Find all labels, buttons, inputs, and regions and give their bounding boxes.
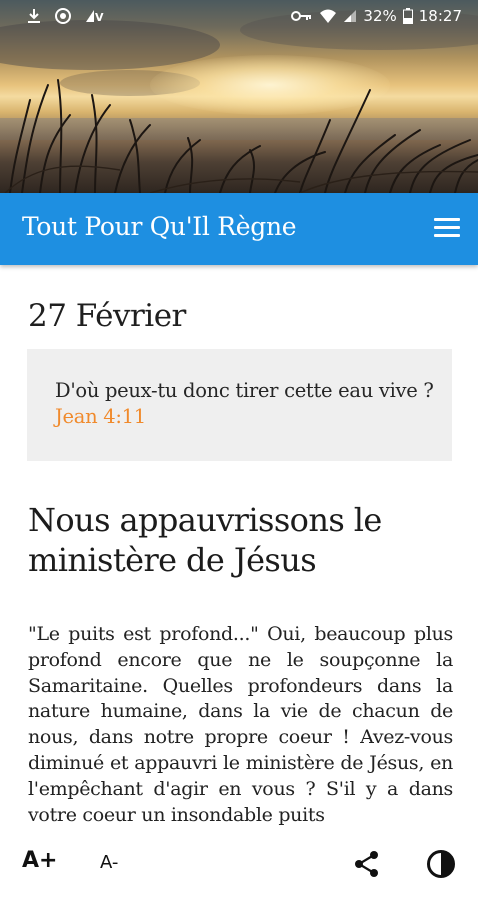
devotional-date: 27 Février [28,298,186,334]
sync-icon [54,7,72,25]
wifi-icon [319,9,337,23]
vpn-icon: V [84,8,106,24]
svg-text:V: V [95,11,104,24]
bottom-toolbar: A+ A- [0,830,478,900]
header-image: V 32% 18:27 [0,0,478,193]
app-bar: Tout Pour Qu'Il Règne [0,193,478,265]
key-icon [291,9,313,23]
verse-text: D'où peux-tu donc tirer cette eau vive ? [55,379,434,402]
status-bar: V 32% 18:27 [0,0,478,33]
devotional-body: "Le puits est profond..." Oui, beaucoup … [28,623,453,826]
verse-reference-link[interactable]: Jean 4:11 [55,405,146,428]
increase-font-button[interactable]: A+ [22,848,57,873]
contrast-icon[interactable] [426,849,456,879]
download-icon [26,8,42,24]
signal-icon [343,9,357,23]
battery-percent: 32% [363,7,397,25]
clock: 18:27 [418,7,462,25]
verse-paragraph: D'où peux-tu donc tirer cette eau vive ?… [55,378,435,430]
hamburger-menu-icon[interactable] [434,217,460,239]
app-title: Tout Pour Qu'Il Règne [22,212,297,241]
battery-icon [402,8,413,24]
verse-card: D'où peux-tu donc tirer cette eau vive ?… [27,349,452,461]
decrease-font-button[interactable]: A- [100,852,118,873]
share-icon[interactable] [353,850,381,878]
devotional-title: Nous appauvrissons le ministère de Jésus [28,501,382,579]
